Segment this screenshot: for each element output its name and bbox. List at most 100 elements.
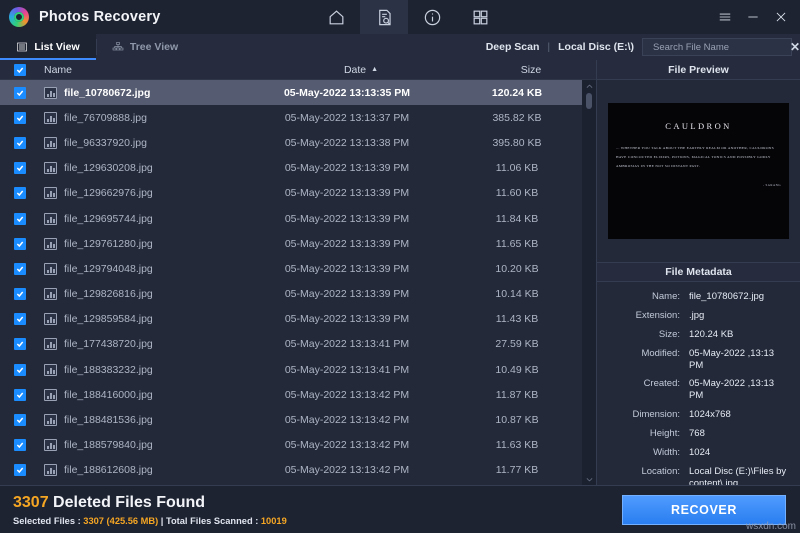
table-row[interactable]: file_177438720.jpg 05-May-2022 13:13:41 P… — [0, 332, 582, 357]
home-button[interactable] — [312, 0, 360, 34]
row-date-cell: 05-May-2022 13:13:42 PM — [284, 388, 410, 401]
row-size-cell: 27.59 KB — [495, 338, 539, 351]
table-row[interactable]: file_96337920.jpg 05-May-2022 13:13:38 PM… — [0, 130, 582, 155]
selected-files-value: 3307 (425.56 MB) — [83, 515, 159, 526]
row-checkbox[interactable] — [14, 288, 26, 301]
table-row[interactable]: file_129630208.jpg 05-May-2022 13:13:39 P… — [0, 156, 582, 181]
row-file-name: file_96337920.jpg — [64, 136, 147, 149]
table-row[interactable]: file_129761280.jpg 05-May-2022 13:13:39 P… — [0, 231, 582, 256]
column-header-date[interactable]: Date ▲ — [256, 64, 466, 76]
select-all-checkbox[interactable] — [14, 63, 26, 76]
info-button[interactable] — [408, 0, 456, 34]
metadata-key: Modified: — [641, 347, 680, 359]
metadata-row: Size: 120.24 KB — [597, 329, 790, 341]
row-checkbox[interactable] — [14, 162, 26, 175]
row-checkbox[interactable] — [14, 86, 26, 99]
row-date-cell: 05-May-2022 13:13:37 PM — [284, 111, 410, 124]
metadata-key: Height: — [649, 428, 680, 439]
table-row[interactable]: file_188481536.jpg 05-May-2022 13:13:42 P… — [0, 407, 582, 432]
table-scrollbar[interactable] — [582, 80, 596, 485]
table-row[interactable]: file_188383232.jpg 05-May-2022 13:13:41 P… — [0, 357, 582, 382]
row-checkbox[interactable] — [14, 212, 26, 225]
minimize-button[interactable] — [740, 4, 766, 30]
column-header-name[interactable]: Name — [40, 64, 256, 76]
metadata-value: .jpg — [689, 309, 705, 321]
row-checkbox-cell — [0, 338, 40, 351]
grid-view-button[interactable] — [456, 0, 504, 34]
row-checkbox[interactable] — [14, 464, 26, 477]
row-date-cell: 05-May-2022 13:13:35 PM — [283, 86, 411, 99]
close-button[interactable] — [768, 4, 794, 30]
table-row[interactable]: file_188579840.jpg 05-May-2022 13:13:42 P… — [0, 433, 582, 458]
image-file-icon — [44, 162, 57, 175]
row-date-cell: 05-May-2022 13:13:39 PM — [284, 262, 410, 275]
row-checkbox[interactable] — [14, 363, 26, 376]
file-preview-title: File Preview — [597, 60, 800, 80]
row-checkbox[interactable] — [14, 111, 26, 124]
check-icon — [16, 67, 24, 73]
scrollbar-thumb[interactable] — [586, 93, 592, 109]
metadata-key: Dimension: — [632, 409, 680, 421]
row-checkbox[interactable] — [14, 439, 26, 452]
row-name-cell: file_129826816.jpg — [40, 288, 242, 301]
image-file-icon — [44, 262, 57, 275]
photos-recovery-window: Photos Recovery List View Tree View Deep… — [0, 0, 800, 533]
app-title: Photos Recovery — [39, 9, 161, 25]
preview-image-title: CAULDRON — [665, 121, 732, 131]
table-row[interactable]: file_129859584.jpg 05-May-2022 13:13:39 P… — [0, 307, 582, 332]
tab-list-view[interactable]: List View — [0, 34, 96, 60]
tab-tree-view[interactable]: Tree View — [97, 34, 193, 60]
tab-tree-view-label: Tree View — [129, 41, 179, 53]
table-row[interactable]: file_76709888.jpg 05-May-2022 13:13:37 PM… — [0, 105, 582, 130]
metadata-row: Extension: .jpg — [597, 310, 790, 322]
search-input[interactable] — [653, 41, 785, 53]
column-header-date-label: Date — [343, 63, 367, 76]
app-logo-icon — [9, 7, 29, 27]
table-row[interactable]: file_129794048.jpg 05-May-2022 13:13:39 P… — [0, 256, 582, 281]
table-row[interactable]: file_188612608.jpg 05-May-2022 13:13:42 P… — [0, 458, 582, 483]
table-row[interactable]: file_188416000.jpg 05-May-2022 13:13:42 P… — [0, 382, 582, 407]
row-checkbox[interactable] — [14, 136, 26, 149]
row-size-cell: 395.80 KB — [492, 136, 542, 149]
row-checkbox[interactable] — [14, 313, 26, 326]
info-circle-icon — [424, 9, 440, 25]
column-header-size[interactable]: Size — [466, 64, 596, 76]
select-all-cell — [0, 63, 40, 76]
title-bar: Photos Recovery — [0, 0, 800, 34]
row-checkbox[interactable] — [14, 338, 26, 351]
row-size-cell: 10.14 KB — [495, 288, 539, 301]
row-size-cell: 11.43 KB — [495, 313, 539, 326]
table-row[interactable]: file_10780672.jpg 05-May-2022 13:13:35 PM… — [0, 80, 582, 106]
row-date-cell: 05-May-2022 13:13:39 PM — [284, 288, 410, 301]
row-checkbox-cell — [0, 288, 40, 301]
table-row[interactable]: file_129662976.jpg 05-May-2022 13:13:39 P… — [0, 181, 582, 206]
row-checkbox[interactable] — [14, 237, 26, 250]
scroll-up-button[interactable] — [585, 80, 594, 92]
row-checkbox[interactable] — [14, 187, 26, 200]
row-checkbox[interactable] — [14, 414, 26, 427]
row-name-cell: file_96337920.jpg — [40, 136, 242, 149]
menu-button[interactable] — [712, 4, 738, 30]
row-size-cell: 11.60 KB — [495, 187, 539, 200]
row-date-cell: 05-May-2022 13:13:42 PM — [284, 439, 410, 452]
metadata-key: Created: — [643, 378, 680, 390]
metadata-row: Height: 768 — [597, 428, 790, 440]
row-file-name: file_129794048.jpg — [64, 262, 153, 275]
row-date-cell: 05-May-2022 13:13:41 PM — [284, 338, 410, 351]
tab-spacer — [193, 34, 486, 60]
image-file-icon — [44, 414, 57, 427]
scroll-down-button[interactable] — [585, 473, 594, 485]
sort-ascending-icon: ▲ — [371, 66, 379, 73]
row-checkbox[interactable] — [14, 262, 26, 275]
table-row[interactable]: file_129826816.jpg 05-May-2022 13:13:39 P… — [0, 282, 582, 307]
row-name-cell: file_188612608.jpg — [40, 464, 242, 477]
clear-icon[interactable]: ✕ — [790, 41, 800, 53]
search-box[interactable]: ✕ — [642, 38, 800, 56]
image-file-icon — [44, 338, 57, 351]
row-checkbox[interactable] — [14, 388, 26, 401]
watermark: wsxdn.com — [745, 521, 796, 532]
image-file-icon — [44, 363, 57, 376]
table-row[interactable]: file_129695744.jpg 05-May-2022 13:13:39 P… — [0, 206, 582, 231]
metadata-row: Dimension: 1024x768 — [597, 409, 790, 421]
scan-button[interactable] — [360, 0, 408, 34]
